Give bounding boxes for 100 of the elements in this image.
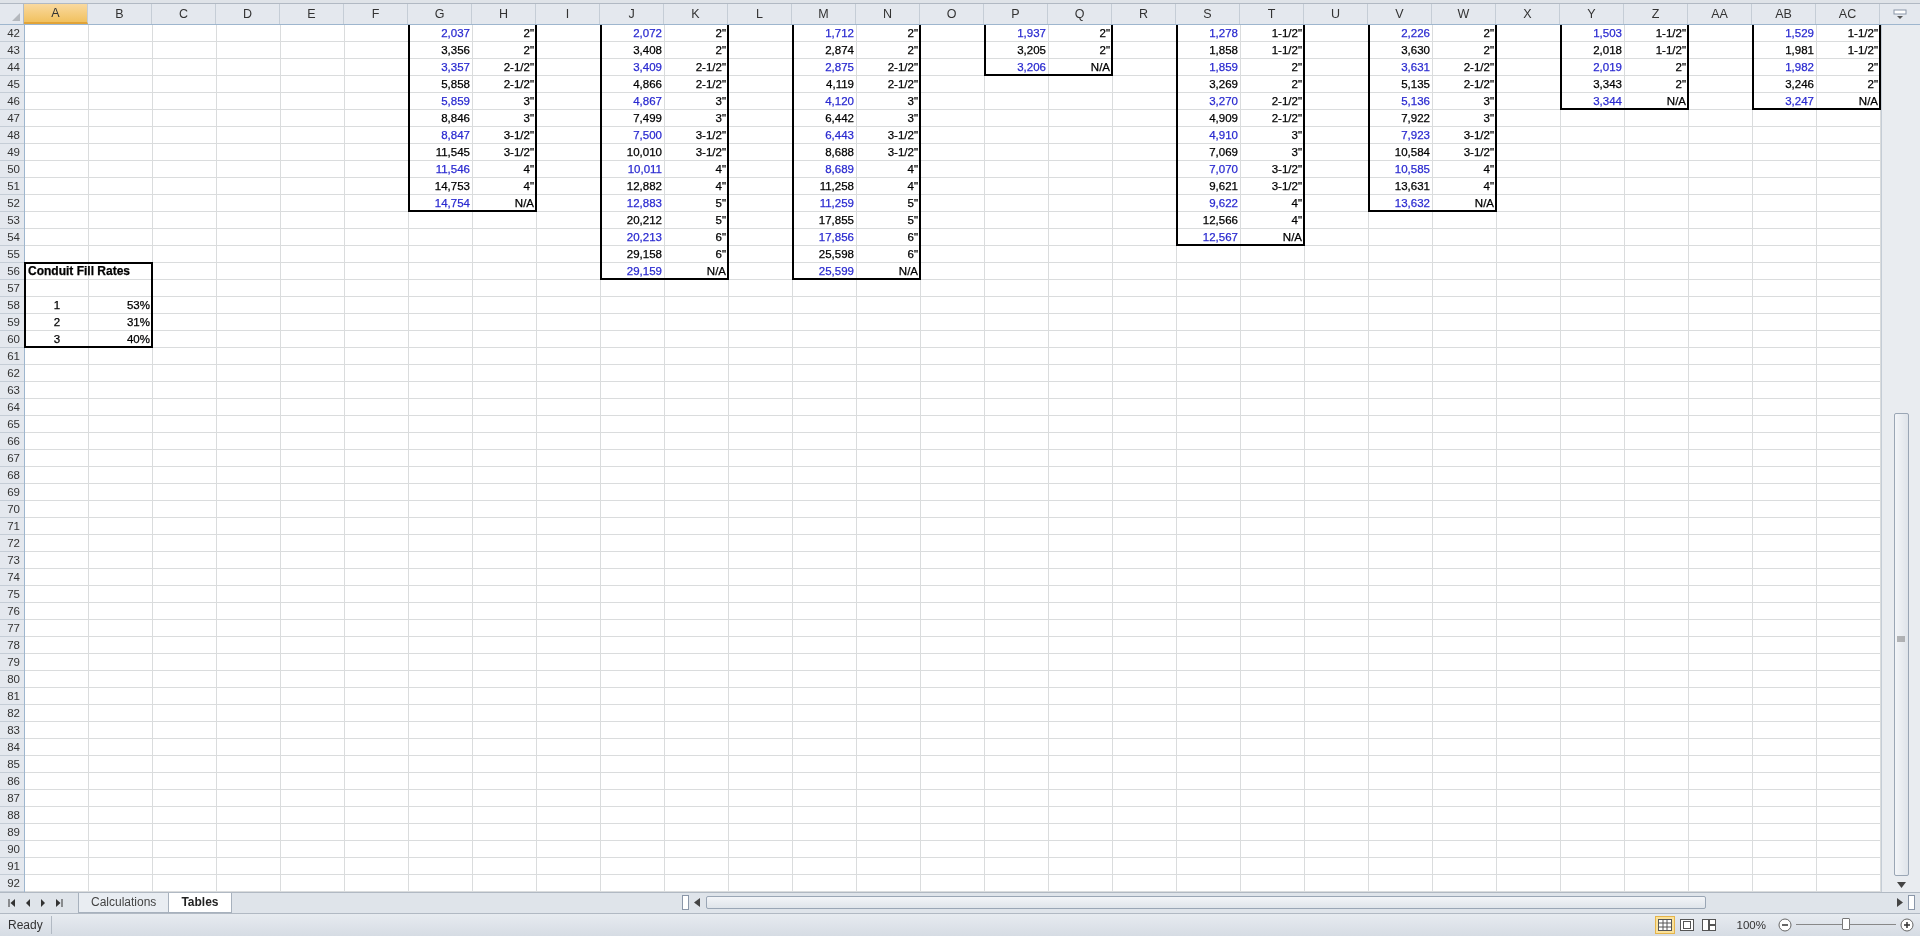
row-header[interactable]: 51: [0, 177, 24, 195]
row-header[interactable]: 46: [0, 92, 24, 110]
row-header[interactable]: 52: [0, 194, 24, 212]
column-header[interactable]: X: [1496, 3, 1560, 24]
row-header[interactable]: 92: [0, 874, 24, 892]
scroll-left-icon[interactable]: [693, 898, 700, 908]
column-header[interactable]: I: [536, 3, 600, 24]
column-header[interactable]: O: [920, 3, 984, 24]
row-header[interactable]: 63: [0, 381, 24, 399]
scrollbar-thumb[interactable]: [705, 896, 1706, 910]
scrollbar-thumb[interactable]: [1893, 412, 1909, 877]
row-header[interactable]: 71: [0, 517, 24, 535]
scroll-down-icon[interactable]: [1896, 881, 1906, 888]
column-header[interactable]: U: [1304, 3, 1368, 24]
row-header[interactable]: 78: [0, 636, 24, 654]
column-header[interactable]: H: [472, 3, 536, 24]
zoom-slider-thumb[interactable]: [1842, 918, 1850, 931]
last-sheet-icon[interactable]: [55, 898, 63, 907]
row-header[interactable]: 88: [0, 806, 24, 824]
scroll-right-icon[interactable]: [1897, 898, 1903, 908]
column-header[interactable]: Z: [1624, 3, 1688, 24]
row-header[interactable]: 86: [0, 772, 24, 790]
column-header[interactable]: G: [408, 3, 472, 24]
row-header[interactable]: 72: [0, 534, 24, 552]
vertical-scrollbar[interactable]: [1881, 24, 1920, 892]
column-header[interactable]: J: [600, 3, 664, 24]
column-header[interactable]: N: [856, 3, 920, 24]
column-header[interactable]: B: [88, 3, 152, 24]
row-header[interactable]: 74: [0, 568, 24, 586]
row-header[interactable]: 76: [0, 602, 24, 620]
row-header[interactable]: 44: [0, 58, 24, 76]
row-header[interactable]: 75: [0, 585, 24, 603]
row-header[interactable]: 82: [0, 704, 24, 722]
column-header[interactable]: W: [1432, 3, 1496, 24]
row-header[interactable]: 62: [0, 364, 24, 382]
row-header[interactable]: 57: [0, 279, 24, 297]
row-header[interactable]: 87: [0, 789, 24, 807]
sheet-tab[interactable]: Calculations: [78, 892, 170, 913]
row-header[interactable]: 79: [0, 653, 24, 671]
column-header[interactable]: AA: [1688, 3, 1752, 24]
row-header[interactable]: 48: [0, 126, 24, 144]
sheet-tab[interactable]: Tables: [168, 892, 232, 913]
column-header[interactable]: Q: [1048, 3, 1112, 24]
row-header[interactable]: 73: [0, 551, 24, 569]
row-header[interactable]: 80: [0, 670, 24, 688]
column-header[interactable]: T: [1240, 3, 1304, 24]
column-header[interactable]: E: [280, 3, 344, 24]
row-header[interactable]: 50: [0, 160, 24, 178]
row-header[interactable]: 69: [0, 483, 24, 501]
row-header[interactable]: 56: [0, 262, 24, 280]
previous-sheet-icon[interactable]: [25, 898, 31, 907]
row-header[interactable]: 68: [0, 466, 24, 484]
row-header[interactable]: 61: [0, 347, 24, 365]
row-header[interactable]: 65: [0, 415, 24, 433]
row-header[interactable]: 42: [0, 24, 24, 42]
row-header[interactable]: 83: [0, 721, 24, 739]
row-header[interactable]: 60: [0, 330, 24, 348]
row-header[interactable]: 58: [0, 296, 24, 314]
column-header[interactable]: K: [664, 3, 728, 24]
column-header[interactable]: F: [344, 3, 408, 24]
row-header[interactable]: 90: [0, 840, 24, 858]
row-header[interactable]: 84: [0, 738, 24, 756]
column-header[interactable]: A: [24, 3, 88, 24]
next-sheet-icon[interactable]: [40, 898, 46, 907]
row-header[interactable]: 67: [0, 449, 24, 467]
normal-view-button[interactable]: [1654, 916, 1675, 934]
row-header[interactable]: 89: [0, 823, 24, 841]
row-header[interactable]: 70: [0, 500, 24, 518]
column-header[interactable]: V: [1368, 3, 1432, 24]
column-header[interactable]: P: [984, 3, 1048, 24]
first-sheet-icon[interactable]: [8, 898, 16, 907]
split-handle[interactable]: [681, 895, 689, 911]
column-header[interactable]: M: [792, 3, 856, 24]
row-header[interactable]: 77: [0, 619, 24, 637]
row-header[interactable]: 45: [0, 75, 24, 93]
zoom-out-icon[interactable]: [1778, 918, 1792, 932]
zoom-in-icon[interactable]: [1900, 918, 1914, 932]
column-header[interactable]: Y: [1560, 3, 1624, 24]
row-header[interactable]: 55: [0, 245, 24, 263]
column-header[interactable]: S: [1176, 3, 1240, 24]
zoom-level[interactable]: 100%: [1736, 919, 1766, 931]
row-header[interactable]: 43: [0, 41, 24, 59]
row-header[interactable]: 91: [0, 857, 24, 875]
row-header[interactable]: 49: [0, 143, 24, 161]
split-handle-icon[interactable]: [1893, 8, 1907, 19]
column-header[interactable]: AB: [1752, 3, 1816, 24]
column-header[interactable]: C: [152, 3, 216, 24]
row-header[interactable]: 81: [0, 687, 24, 705]
row-header[interactable]: 85: [0, 755, 24, 773]
row-header[interactable]: 59: [0, 313, 24, 331]
row-header[interactable]: 47: [0, 109, 24, 127]
column-header[interactable]: D: [216, 3, 280, 24]
row-header[interactable]: 64: [0, 398, 24, 416]
column-header[interactable]: AC: [1816, 3, 1880, 24]
column-header[interactable]: L: [728, 3, 792, 24]
row-header[interactable]: 54: [0, 228, 24, 246]
column-header[interactable]: R: [1112, 3, 1176, 24]
split-handle[interactable]: [1908, 895, 1915, 911]
row-header[interactable]: 53: [0, 211, 24, 229]
row-header[interactable]: 66: [0, 432, 24, 450]
